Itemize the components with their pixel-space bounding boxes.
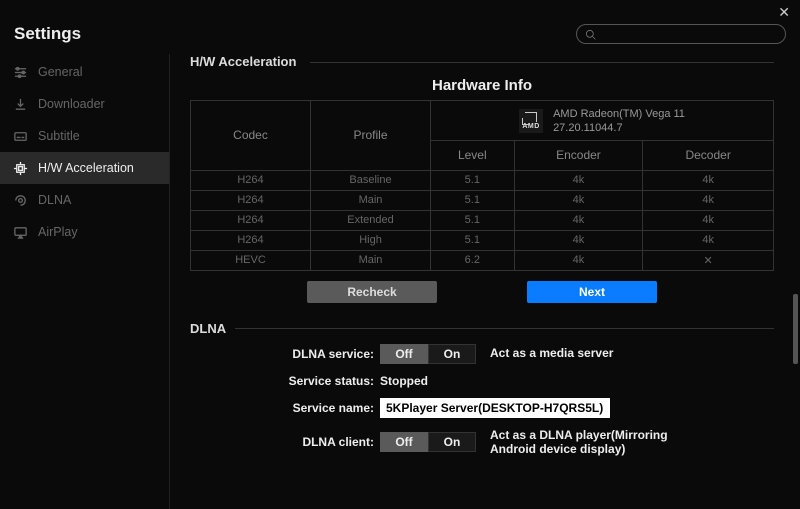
col-level: Level bbox=[431, 140, 515, 170]
cell-codec: H264 bbox=[191, 210, 311, 230]
cell-profile: Baseline bbox=[311, 170, 431, 190]
amd-logo-icon: AMD bbox=[519, 109, 543, 133]
table-row: H264Baseline5.14k4k bbox=[191, 170, 774, 190]
next-button[interactable]: Next bbox=[527, 281, 657, 303]
gpu-header: AMD AMD Radeon(TM) Vega 11 27.20.11044.7 bbox=[431, 101, 774, 141]
table-row: H264High5.14k4k bbox=[191, 230, 774, 250]
main-panel: H/W Acceleration Hardware Info Codec Pro… bbox=[170, 54, 800, 509]
cell-codec: H264 bbox=[191, 190, 311, 210]
dlna-name-label: Service name: bbox=[280, 401, 380, 415]
cell-level: 5.1 bbox=[431, 190, 515, 210]
chip-icon bbox=[12, 160, 28, 176]
dlna-service-desc: Act as a media server bbox=[490, 346, 613, 360]
dlna-client-label: DLNA client: bbox=[280, 435, 380, 449]
cell-decoder: 4k bbox=[643, 230, 774, 250]
gpu-name: AMD Radeon(TM) Vega 11 bbox=[553, 107, 685, 121]
dlna-service-on[interactable]: On bbox=[428, 344, 476, 364]
sidebar-item-hw-acceleration[interactable]: H/W Acceleration bbox=[0, 152, 169, 184]
sidebar-item-label: H/W Acceleration bbox=[38, 161, 134, 175]
cell-decoder: ✕ bbox=[643, 250, 774, 270]
sidebar-item-subtitle[interactable]: Subtitle bbox=[0, 120, 169, 152]
sidebar-item-airplay[interactable]: AirPlay bbox=[0, 216, 169, 248]
dlna-status-label: Service status: bbox=[280, 374, 380, 388]
sidebar-item-label: Subtitle bbox=[38, 129, 80, 143]
dlna-client-on[interactable]: On bbox=[428, 432, 476, 452]
dlna-service-off[interactable]: Off bbox=[380, 344, 428, 364]
cell-level: 5.1 bbox=[431, 170, 515, 190]
search-icon bbox=[585, 29, 596, 40]
dlna-status-value: Stopped bbox=[380, 374, 428, 388]
table-row: HEVCMain6.24k✕ bbox=[191, 250, 774, 270]
service-name-input[interactable] bbox=[380, 398, 610, 418]
dlna-client-off[interactable]: Off bbox=[380, 432, 428, 452]
hardware-info-table: Codec Profile AMD AMD Radeon(TM) Vega 11… bbox=[190, 100, 774, 271]
cell-encoder: 4k bbox=[514, 210, 643, 230]
cell-codec: H264 bbox=[191, 170, 311, 190]
cell-level: 5.1 bbox=[431, 210, 515, 230]
section-hw-title: H/W Acceleration bbox=[190, 54, 774, 69]
cell-encoder: 4k bbox=[514, 190, 643, 210]
sidebar-item-general[interactable]: General bbox=[0, 56, 169, 88]
dlna-service-toggle[interactable]: Off On bbox=[380, 344, 476, 364]
close-icon[interactable]: ✕ bbox=[778, 4, 790, 21]
col-codec: Codec bbox=[191, 101, 311, 171]
sidebar-item-downloader[interactable]: Downloader bbox=[0, 88, 169, 120]
cell-profile: High bbox=[311, 230, 431, 250]
cell-decoder: 4k bbox=[643, 210, 774, 230]
search-input[interactable] bbox=[576, 24, 786, 44]
cell-profile: Main bbox=[311, 190, 431, 210]
dlna-client-desc: Act as a DLNA player(Mirroring Android d… bbox=[490, 428, 668, 457]
table-row: H264Extended5.14k4k bbox=[191, 210, 774, 230]
sidebar-item-label: DLNA bbox=[38, 193, 71, 207]
hardware-info-heading: Hardware Info bbox=[190, 77, 774, 94]
col-decoder: Decoder bbox=[643, 140, 774, 170]
cell-level: 6.2 bbox=[431, 250, 515, 270]
cell-encoder: 4k bbox=[514, 170, 643, 190]
col-profile: Profile bbox=[311, 101, 431, 171]
cell-decoder: 4k bbox=[643, 190, 774, 210]
gpu-version: 27.20.11044.7 bbox=[553, 121, 685, 135]
download-icon bbox=[12, 96, 28, 112]
cell-level: 5.1 bbox=[431, 230, 515, 250]
page-title: Settings bbox=[14, 24, 81, 44]
dlna-service-label: DLNA service: bbox=[280, 347, 380, 361]
sidebar-item-label: AirPlay bbox=[38, 225, 78, 239]
subtitle-icon bbox=[12, 128, 28, 144]
cell-encoder: 4k bbox=[514, 250, 643, 270]
sidebar: General Downloader Subtitle H/W Accelera… bbox=[0, 54, 170, 509]
section-dlna-title: DLNA bbox=[190, 321, 774, 336]
sliders-icon bbox=[12, 64, 28, 80]
cell-codec: H264 bbox=[191, 230, 311, 250]
cell-codec: HEVC bbox=[191, 250, 311, 270]
sidebar-item-label: General bbox=[38, 65, 82, 79]
col-encoder: Encoder bbox=[514, 140, 643, 170]
sidebar-item-label: Downloader bbox=[38, 97, 105, 111]
dlna-icon bbox=[12, 192, 28, 208]
cell-profile: Extended bbox=[311, 210, 431, 230]
recheck-button[interactable]: Recheck bbox=[307, 281, 437, 303]
cell-encoder: 4k bbox=[514, 230, 643, 250]
airplay-icon bbox=[12, 224, 28, 240]
cell-decoder: 4k bbox=[643, 170, 774, 190]
cell-profile: Main bbox=[311, 250, 431, 270]
dlna-client-toggle[interactable]: Off On bbox=[380, 432, 476, 452]
table-row: H264Main5.14k4k bbox=[191, 190, 774, 210]
scrollbar-thumb[interactable] bbox=[793, 294, 798, 364]
sidebar-item-dlna[interactable]: DLNA bbox=[0, 184, 169, 216]
